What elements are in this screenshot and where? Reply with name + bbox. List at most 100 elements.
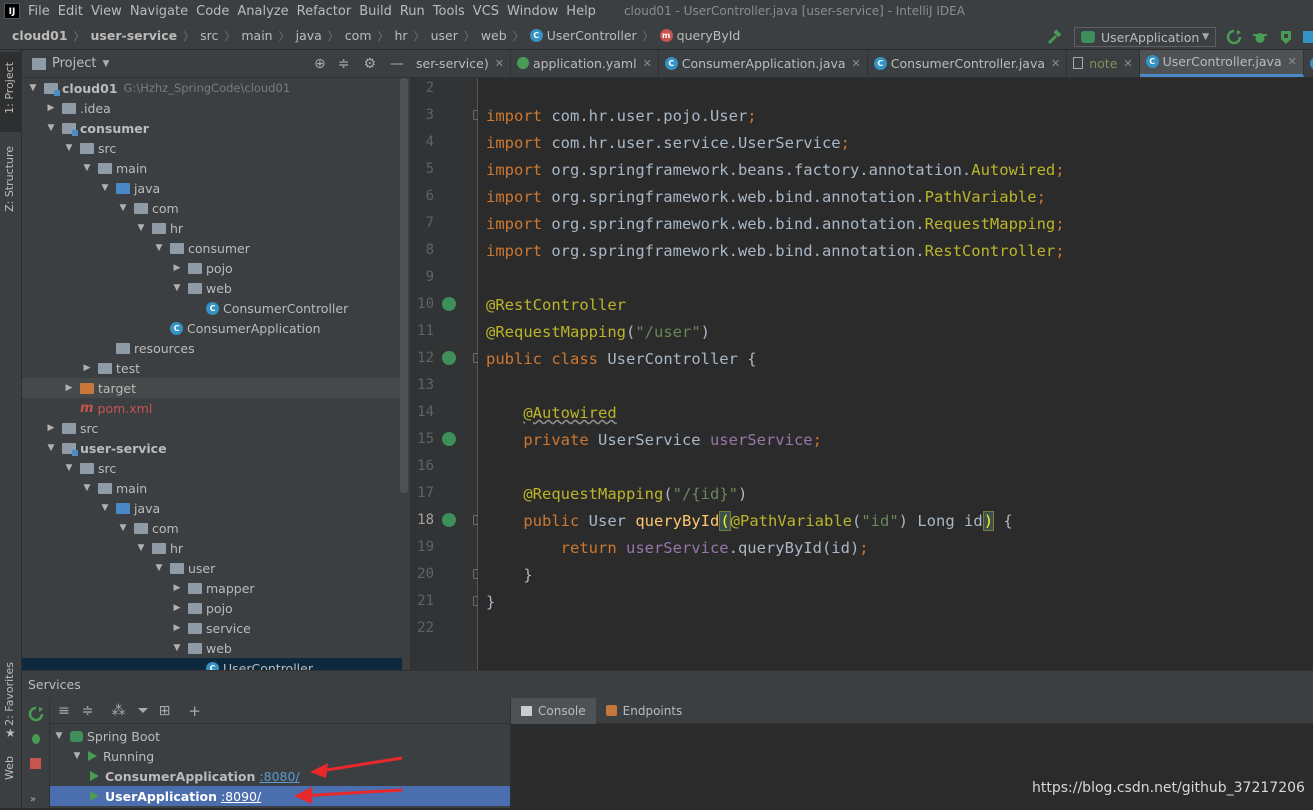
breadcrumb-item[interactable]: C UserController — [529, 28, 637, 43]
close-icon[interactable]: ✕ — [852, 57, 861, 70]
tree-item[interactable]: ▼ hr — [22, 218, 402, 238]
menu-item-analyze[interactable]: Analyze — [237, 4, 288, 19]
tree-item[interactable]: ▼ com — [22, 518, 402, 538]
expand-arrow-icon[interactable]: ▼ — [64, 143, 74, 153]
close-icon[interactable]: ✕ — [1051, 57, 1060, 70]
expand-arrow-icon[interactable]: ▼ — [136, 223, 146, 233]
hide-panel-icon[interactable]: — — [390, 56, 404, 72]
add-service-icon[interactable]: + — [188, 702, 201, 720]
close-icon[interactable]: ✕ — [643, 57, 652, 70]
breadcrumb-item[interactable]: web — [481, 28, 507, 43]
menu-item-navigate[interactable]: Navigate — [130, 4, 188, 19]
tree-item[interactable]: ▼ java — [22, 178, 402, 198]
editor-tab[interactable]: note ✕ — [1067, 50, 1140, 77]
collapse-arrow-icon[interactable]: ▶ — [46, 103, 56, 113]
web-tool-tab[interactable]: Web — [3, 756, 16, 780]
tree-item[interactable]: resources — [22, 338, 402, 358]
stop-icon[interactable] — [1302, 29, 1313, 45]
expand-arrow-icon[interactable]: ▼ — [64, 463, 74, 473]
tree-item[interactable]: ▼ consumer — [22, 238, 402, 258]
collapse-arrow-icon[interactable]: ▶ — [82, 363, 92, 373]
tree-item[interactable]: ▼ cloud01 G:\Hzhz_SpringCode\cloud01 — [22, 78, 402, 98]
menu-item-run[interactable]: Run — [400, 4, 425, 19]
collapse-arrow-icon[interactable]: ▶ — [172, 623, 182, 633]
more-icon[interactable]: » — [30, 794, 36, 805]
expand-arrow-icon[interactable]: ▼ — [100, 503, 110, 513]
tree-item[interactable]: ▶ service — [22, 618, 402, 638]
breadcrumb-item[interactable]: java — [296, 28, 322, 43]
breadcrumb-item[interactable]: m queryById — [659, 28, 740, 43]
expand-arrow-icon[interactable]: ▼ — [100, 183, 110, 193]
tree-item[interactable]: ▼ com — [22, 198, 402, 218]
build-hammer-icon[interactable] — [1046, 29, 1062, 45]
debug-bug-icon[interactable] — [28, 730, 44, 746]
project-panel-title[interactable]: Project — [52, 56, 96, 71]
breadcrumb-item[interactable]: src — [200, 28, 218, 43]
tree-item[interactable]: ▼ main — [22, 158, 402, 178]
expand-arrow-icon[interactable]: ▼ — [46, 443, 56, 453]
gear-icon[interactable]: ⚙ — [363, 56, 376, 72]
tree-item[interactable]: ▼ src — [22, 138, 402, 158]
tree-item[interactable]: ▼ web — [22, 278, 402, 298]
spring-bean-icon[interactable] — [442, 297, 456, 311]
autowired-icon[interactable] — [442, 432, 456, 446]
menu-item-view[interactable]: View — [91, 4, 122, 19]
collapse-arrow-icon[interactable]: ▶ — [64, 383, 74, 393]
expand-arrow-icon[interactable]: ▼ — [172, 283, 182, 293]
close-icon[interactable]: ✕ — [1123, 57, 1132, 70]
tree-item[interactable]: C UserController — [22, 658, 402, 670]
collapse-arrow-icon[interactable]: ▶ — [172, 583, 182, 593]
breadcrumb-item[interactable]: user — [431, 28, 458, 43]
menu-item-refactor[interactable]: Refactor — [297, 4, 352, 19]
menu-item-file[interactable]: File — [28, 4, 50, 19]
tree-item[interactable]: ▶ target — [22, 378, 402, 398]
editor-tab[interactable]: C ConsumerController.java ✕ — [868, 50, 1068, 77]
expand-arrow-icon[interactable]: ▼ — [82, 163, 92, 173]
expand-arrow-icon[interactable]: ▼ — [28, 83, 38, 93]
expand-arrow-icon[interactable]: ▼ — [154, 243, 164, 253]
breadcrumb-item[interactable]: cloud01 — [12, 28, 68, 43]
locate-icon[interactable]: ⊕ — [314, 56, 326, 72]
favorites-tool-tab[interactable]: 2: Favorites — [3, 662, 16, 726]
rerun-icon[interactable] — [1226, 29, 1242, 45]
tree-item[interactable]: ▼ main — [22, 478, 402, 498]
tree-item[interactable]: ▼ src — [22, 458, 402, 478]
new-tab-icon[interactable]: ⊞ — [159, 703, 171, 719]
tree-item[interactable]: ▶ test — [22, 358, 402, 378]
class-impl-icon[interactable] — [442, 351, 456, 365]
chevron-down-icon[interactable]: ▼ — [102, 59, 109, 69]
expand-arrow-icon[interactable]: ▼ — [82, 483, 92, 493]
tree-item[interactable]: ▶ pojo — [22, 258, 402, 278]
tree-item[interactable]: ▶ mapper — [22, 578, 402, 598]
group-by-icon[interactable]: ⁂ — [111, 703, 125, 719]
structure-tool-tab[interactable]: Z: Structure — [3, 146, 16, 212]
expand-all-icon[interactable]: ≡ — [58, 703, 70, 719]
tree-item[interactable]: ▼ user — [22, 558, 402, 578]
editor-tab[interactable]: application.yaml ✕ — [511, 50, 659, 77]
tree-item[interactable]: C ConsumerController — [22, 298, 402, 318]
tree-item[interactable]: C ConsumerApplication — [22, 318, 402, 338]
collapse-arrow-icon[interactable]: ▶ — [46, 423, 56, 433]
stop-icon[interactable] — [30, 758, 41, 769]
tree-item[interactable]: ▼ web — [22, 638, 402, 658]
close-icon[interactable]: ✕ — [1288, 55, 1297, 68]
editor-tab[interactable]: C UserController.java ✕ — [1139, 50, 1304, 77]
request-mapping-icon[interactable] — [442, 513, 456, 527]
collapse-all-icon[interactable]: ≑ — [338, 56, 350, 72]
menu-item-tools[interactable]: Tools — [433, 4, 465, 19]
project-tool-tab[interactable]: 1: Project — [3, 62, 16, 114]
tree-item[interactable]: ▼ java — [22, 498, 402, 518]
project-tree-scrollbar[interactable] — [400, 78, 408, 493]
tree-item[interactable]: ▼ consumer — [22, 118, 402, 138]
breadcrumb-item[interactable]: main — [241, 28, 272, 43]
tree-item[interactable]: ▶ .idea — [22, 98, 402, 118]
expand-arrow-icon[interactable]: ▼ — [118, 523, 128, 533]
filter-icon[interactable]: ⏷ — [137, 703, 148, 719]
breadcrumb-item[interactable]: hr — [395, 28, 408, 43]
menu-item-window[interactable]: Window — [507, 4, 558, 19]
close-icon[interactable]: ✕ — [495, 57, 504, 70]
editor-tab[interactable]: ser-service) ✕ — [410, 50, 511, 77]
expand-arrow-icon[interactable]: ▼ — [172, 643, 182, 653]
debug-bug-icon[interactable] — [1252, 29, 1268, 45]
breadcrumb-item[interactable]: user-service — [91, 28, 178, 43]
